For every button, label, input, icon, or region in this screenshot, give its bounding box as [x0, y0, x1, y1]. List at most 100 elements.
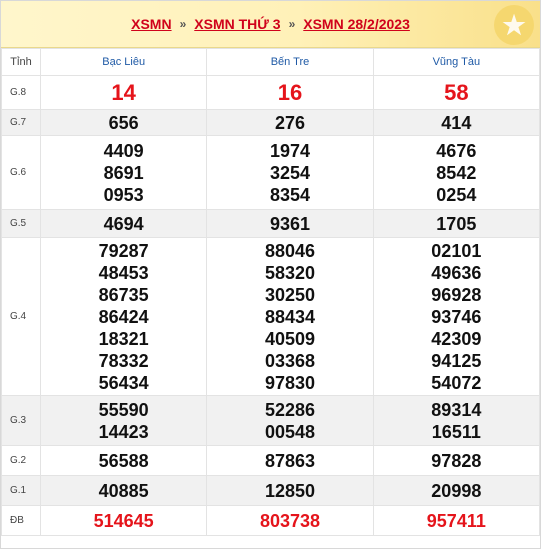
table-header-row: Tỉnh Bạc Liêu Bến Tre Vũng Tàu [1, 48, 541, 76]
column-header-vung-tau[interactable]: Vũng Tàu [372, 48, 541, 76]
result-number: 52286 [264, 399, 316, 420]
result-number: 957411 [426, 510, 486, 531]
result-number: 56434 [98, 372, 149, 393]
breadcrumb-xsmn-thu-3[interactable]: XSMN THỨ 3 [194, 16, 280, 32]
table-row: G.7 656 276 414 [1, 109, 541, 136]
result-number: 03368 [264, 350, 316, 371]
breadcrumb: XSMN » XSMN THỨ 3 » XSMN 28/2/2023 [1, 1, 540, 48]
result-number: 88434 [264, 306, 316, 327]
result-cell: 40885 [39, 475, 208, 506]
result-number: 20998 [431, 480, 482, 501]
result-number: 0953 [103, 184, 144, 205]
result-number: 58 [444, 79, 469, 105]
star-decoration-icon [494, 5, 534, 45]
result-number: 94125 [431, 350, 482, 371]
result-number: 276 [274, 112, 306, 133]
results-table: Tỉnh Bạc Liêu Bến Tre Vũng Tàu G.8 14 16 58… [1, 48, 541, 536]
result-cell: 514645 [39, 505, 208, 536]
table-row: G.6 4409 8691 0953 1974 3254 8354 4676 8542 0254 [1, 135, 541, 210]
breadcrumb-separator: » [288, 17, 296, 31]
prize-label: G.3 [1, 395, 41, 446]
result-cell: 87863 [206, 445, 374, 476]
result-cell: 656 [39, 109, 208, 136]
result-number: 1974 [269, 140, 311, 161]
breadcrumb-xsmn-date[interactable]: XSMN 28/2/2023 [303, 16, 410, 32]
result-number: 93746 [431, 306, 482, 327]
result-cell: 1705 [372, 209, 541, 238]
result-number: 16 [277, 79, 303, 105]
column-header-bac-lieu[interactable]: Bạc Liêu [39, 48, 208, 76]
result-number: 4676 [436, 140, 477, 161]
table-row: G.8 14 16 58 [1, 75, 541, 110]
result-number: 803738 [259, 510, 321, 531]
result-number: 3254 [269, 162, 311, 183]
prize-label: G.7 [1, 109, 41, 136]
result-cell: 20998 [372, 475, 541, 506]
result-number: 8354 [269, 184, 311, 205]
result-number: 16511 [431, 421, 481, 442]
result-number: 96928 [431, 284, 482, 305]
result-number: 12850 [264, 480, 316, 501]
result-number: 18321 [98, 328, 149, 349]
result-number: 9361 [269, 213, 311, 234]
result-number: 4694 [103, 213, 144, 234]
result-cell: 88046 58320 30250 88434 40509 03368 97830 [206, 237, 374, 396]
result-number: 89314 [431, 399, 482, 420]
result-number: 514645 [93, 510, 154, 531]
result-number: 55590 [98, 399, 149, 420]
result-number: 49636 [431, 262, 482, 283]
result-number: 54072 [431, 372, 482, 393]
breadcrumb-xsmn[interactable]: XSMN [131, 16, 171, 32]
result-cell: 14 [39, 75, 208, 110]
prize-label: G.4 [1, 237, 41, 396]
table-row: ĐB 514645 803738 957411 [1, 505, 541, 536]
result-cell: 414 [372, 109, 541, 136]
result-number: 48453 [98, 262, 149, 283]
result-cell: 58 [372, 75, 541, 110]
result-number: 00548 [264, 421, 316, 442]
result-cell: 79287 48453 86735 86424 18321 78332 56434 [39, 237, 208, 396]
result-cell: 16 [206, 75, 374, 110]
result-number: 14 [111, 79, 136, 105]
result-cell: 4694 [39, 209, 208, 238]
result-number: 414 [441, 112, 472, 133]
prize-label: G.5 [1, 209, 41, 238]
result-cell: 55590 14423 [39, 395, 208, 446]
result-cell: 4409 8691 0953 [39, 135, 208, 210]
result-cell: 89314 16511 [372, 395, 541, 446]
result-number: 56588 [98, 450, 149, 471]
result-number: 0254 [436, 184, 477, 205]
prize-label: G.1 [1, 475, 41, 506]
result-number: 656 [108, 112, 139, 133]
result-number: 42309 [431, 328, 482, 349]
result-number: 02101 [431, 240, 482, 261]
result-cell: 957411 [372, 505, 541, 536]
result-number: 88046 [264, 240, 316, 261]
result-number: 8542 [436, 162, 477, 183]
result-number: 97828 [431, 450, 482, 471]
result-cell: 02101 49636 96928 93746 42309 94125 54072 [372, 237, 541, 396]
result-number: 40885 [98, 480, 149, 501]
result-number: 40509 [264, 328, 316, 349]
result-cell: 9361 [206, 209, 374, 238]
result-cell: 1974 3254 8354 [206, 135, 374, 210]
result-cell: 4676 8542 0254 [372, 135, 541, 210]
result-cell: 276 [206, 109, 374, 136]
result-number: 86424 [98, 306, 149, 327]
result-number: 86735 [98, 284, 149, 305]
result-number: 87863 [264, 450, 316, 471]
result-number: 8691 [103, 162, 144, 183]
result-cell: 52286 00548 [206, 395, 374, 446]
table-row: G.1 40885 12850 20998 [1, 475, 541, 506]
result-number: 58320 [264, 262, 316, 283]
column-header-ben-tre[interactable]: Bến Tre [206, 48, 374, 76]
prize-label: G.8 [1, 75, 41, 110]
result-cell: 12850 [206, 475, 374, 506]
prize-label: ĐB [1, 505, 41, 536]
result-cell: 803738 [206, 505, 374, 536]
prize-label: G.6 [1, 135, 41, 210]
breadcrumb-separator: » [179, 17, 187, 31]
result-number: 4409 [103, 140, 144, 161]
result-number: 30250 [264, 284, 316, 305]
table-row: G.4 79287 48453 86735 86424 18321 78332 56434 88… [1, 237, 541, 396]
